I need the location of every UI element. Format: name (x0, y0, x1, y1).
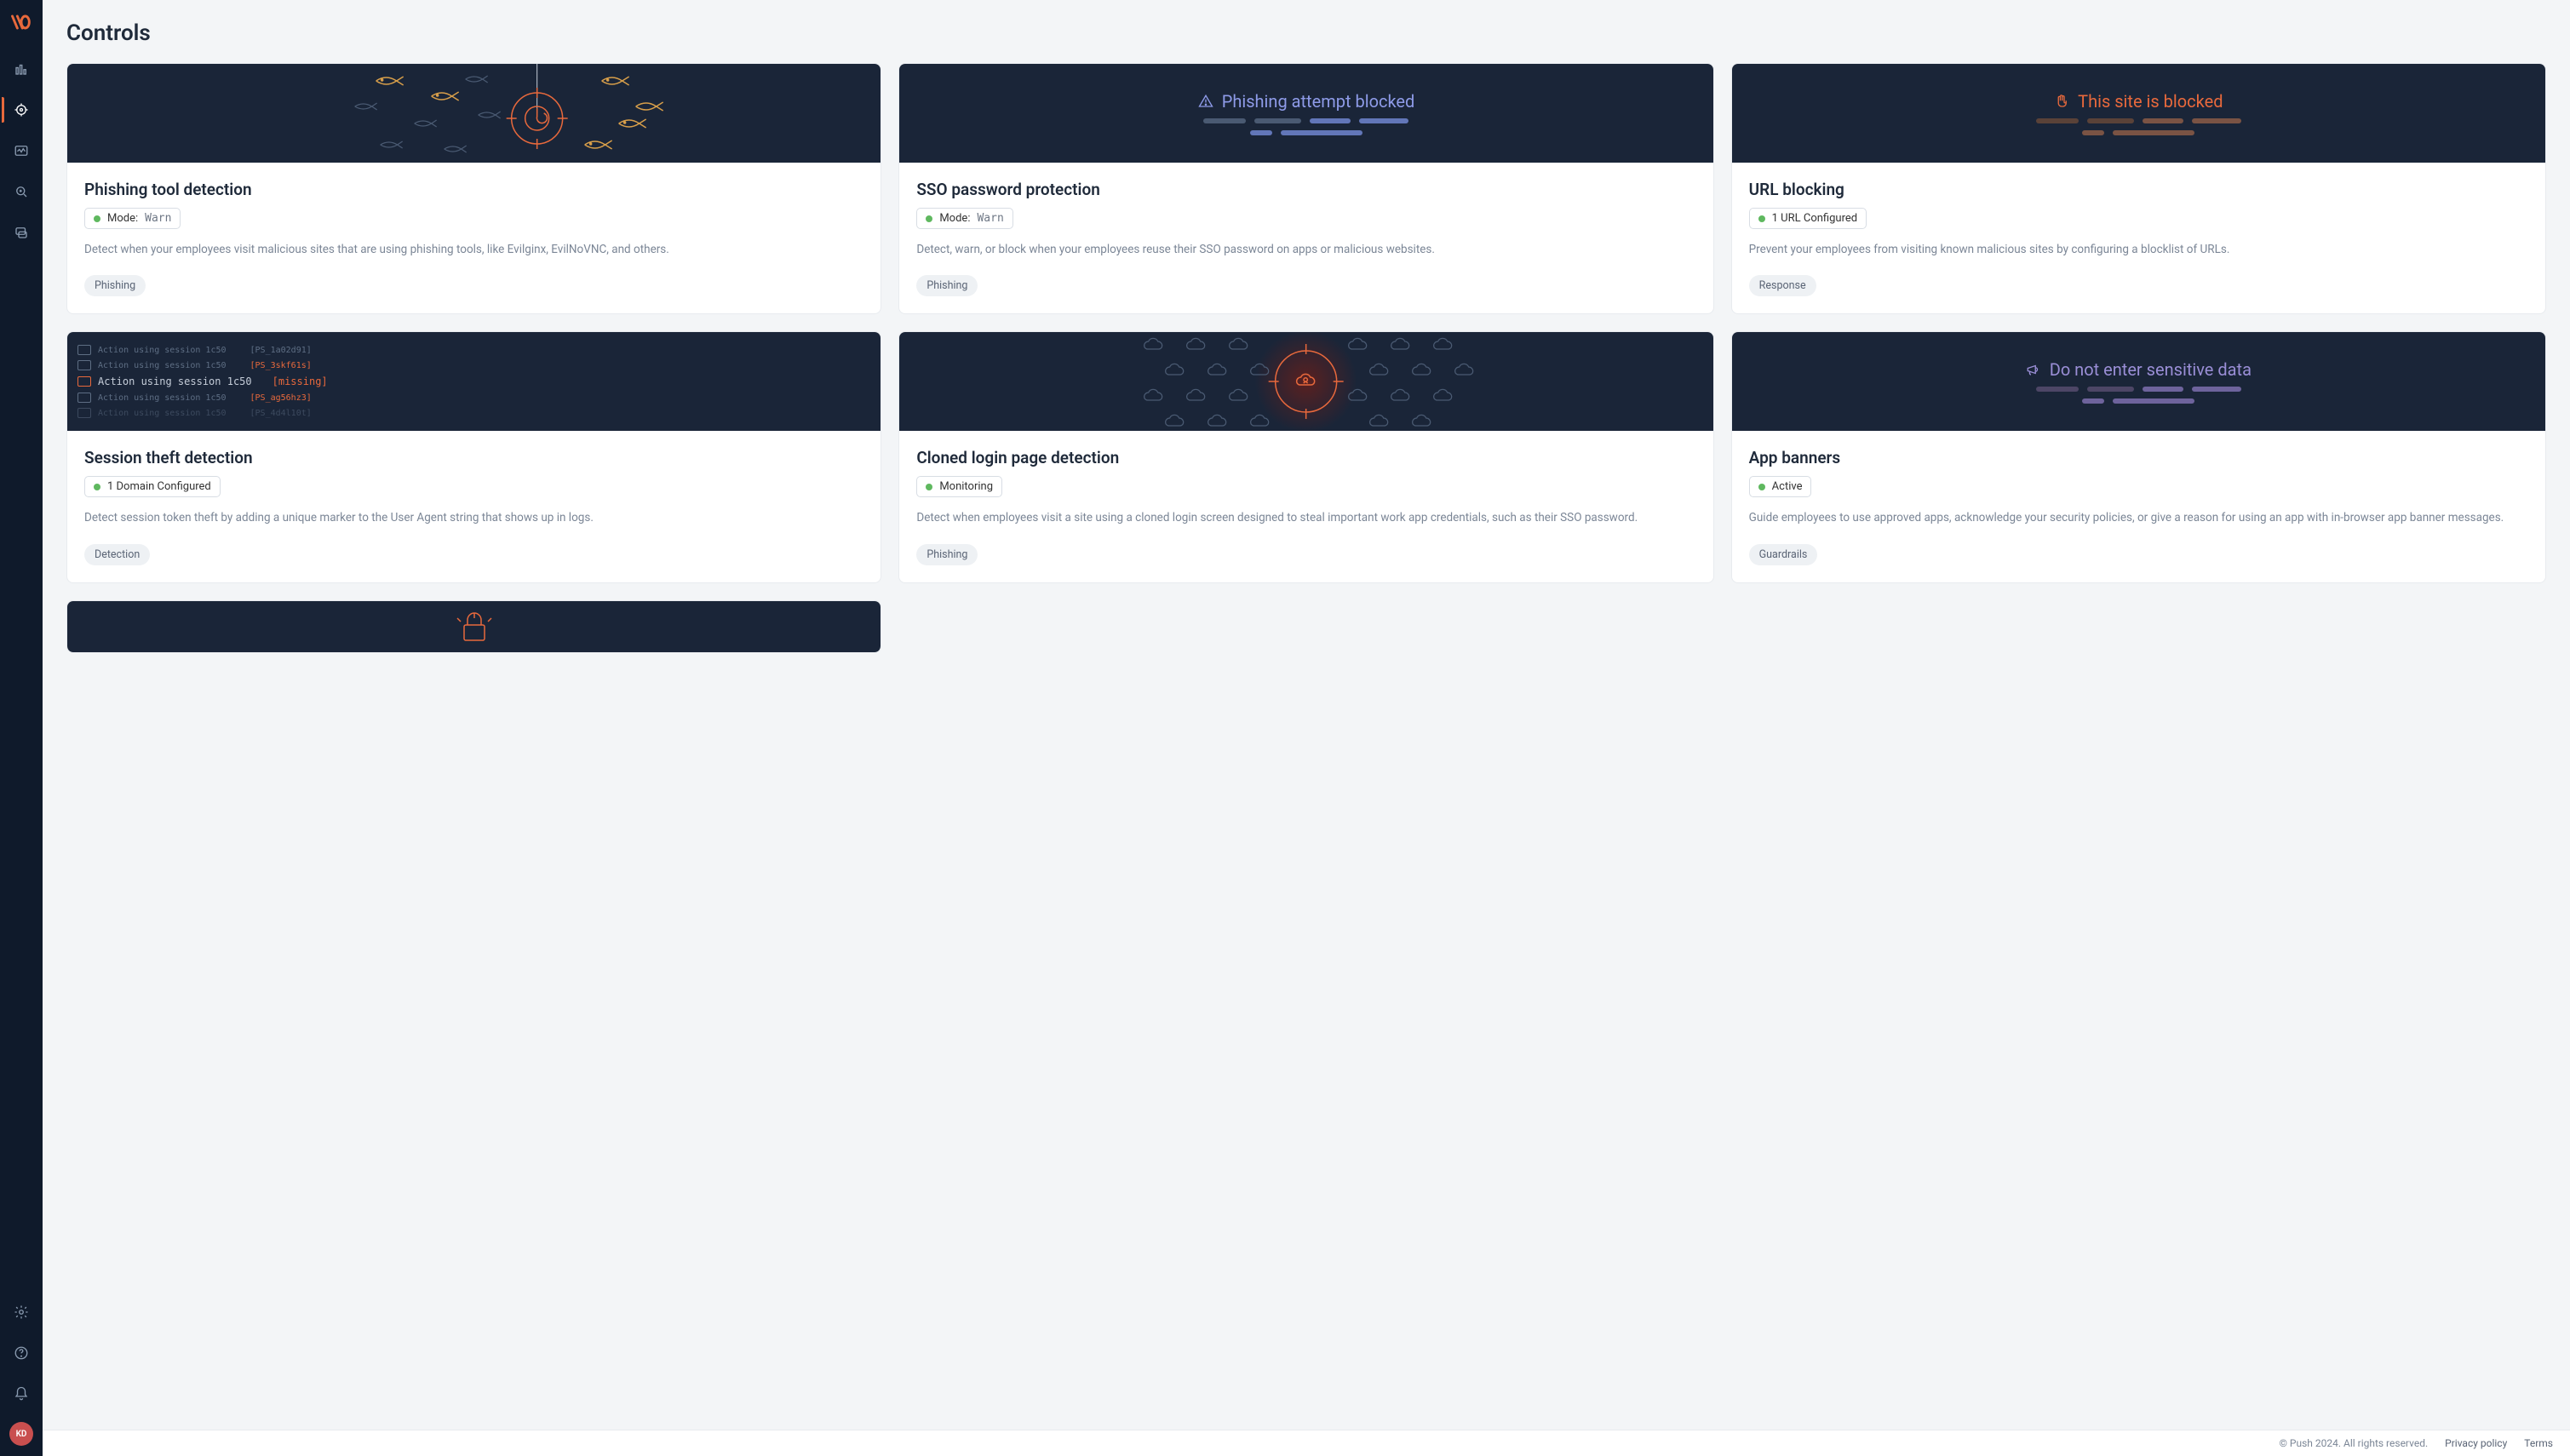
status-pill: Mode: Warn (916, 208, 1013, 229)
footer-privacy-link[interactable]: Privacy policy (2445, 1437, 2507, 1449)
card-description: Detect, warn, or block when your employe… (916, 241, 1695, 258)
card-cloned-login-page-detection[interactable]: Cloned login page detection Monitoring D… (898, 331, 1713, 582)
status-dot-icon (94, 215, 100, 222)
nav-notifications[interactable] (2, 1374, 41, 1413)
card-hero-illustration: Do not enter sensitive data (1732, 332, 2545, 431)
status-value: Warn (977, 212, 1003, 225)
card-tag: Phishing (916, 544, 978, 565)
card-tag: Phishing (916, 275, 978, 296)
footer-copyright: © Push 2024. All rights reserved. (2280, 1437, 2429, 1449)
card-title: App banners (1749, 448, 2528, 467)
card-hero-illustration: This site is blocked (1732, 64, 2545, 163)
hero-text: Do not enter sensitive data (2050, 359, 2252, 380)
card-hero-illustration: Action using session 1c50 [PS_1a02d91] A… (67, 332, 881, 431)
card-sso-password-protection[interactable]: Phishing attempt blocked SSO password p (898, 63, 1713, 314)
avatar[interactable]: KD (9, 1422, 33, 1446)
card-title: Cloned login page detection (916, 448, 1695, 467)
footer-terms-link[interactable]: Terms (2524, 1437, 2553, 1449)
logo (9, 10, 33, 34)
hero-text: Phishing attempt blocked (1222, 91, 1415, 112)
page-title: Controls (66, 20, 2546, 46)
card-description: Prevent your employees from visiting kno… (1749, 241, 2528, 258)
card-tag: Phishing (84, 275, 146, 296)
footer: © Push 2024. All rights reserved. Privac… (43, 1430, 2570, 1456)
status-value: Warn (145, 212, 171, 225)
status-text: Active (1772, 480, 1803, 493)
nav-search[interactable] (2, 172, 41, 211)
card-hero-illustration (67, 64, 881, 163)
controls-grid: Phishing tool detection Mode: Warn Detec… (66, 63, 2546, 653)
card-title: Phishing tool detection (84, 180, 863, 199)
status-pill: Monitoring (916, 476, 1002, 497)
nav-help[interactable] (2, 1333, 41, 1373)
card-app-banners[interactable]: Do not enter sensitive data App banners (1731, 331, 2546, 582)
card-description: Detect when your employees visit malicio… (84, 241, 863, 258)
card-title: Session theft detection (84, 448, 863, 467)
nav-controls[interactable] (2, 90, 41, 129)
status-prefix: Mode: (939, 212, 970, 225)
status-dot-icon (926, 484, 932, 490)
sidebar: KD (0, 0, 43, 1456)
status-pill: 1 Domain Configured (84, 476, 221, 497)
card-url-blocking[interactable]: This site is blocked URL blocking (1731, 63, 2546, 314)
status-dot-icon (1758, 215, 1765, 222)
status-pill: 1 URL Configured (1749, 208, 1867, 229)
nav-activity[interactable] (2, 131, 41, 170)
status-dot-icon (926, 215, 932, 222)
card-tag: Response (1749, 275, 1816, 296)
status-pill: Active (1749, 476, 1812, 497)
status-text: Monitoring (939, 480, 993, 493)
card-tag: Detection (84, 544, 150, 565)
hero-text: This site is blocked (2078, 91, 2223, 112)
card-partial[interactable] (66, 600, 881, 653)
nav-dashboard[interactable] (2, 49, 41, 89)
card-phishing-tool-detection[interactable]: Phishing tool detection Mode: Warn Detec… (66, 63, 881, 314)
card-hero-illustration (899, 332, 1712, 431)
card-description: Guide employees to use approved apps, ac… (1749, 509, 2528, 526)
status-prefix: Mode: (107, 212, 138, 225)
nav-settings[interactable] (2, 1293, 41, 1332)
megaphone-icon (2026, 362, 2041, 377)
status-text: 1 Domain Configured (107, 480, 211, 493)
card-session-theft-detection[interactable]: Action using session 1c50 [PS_1a02d91] A… (66, 331, 881, 582)
status-pill: Mode: Warn (84, 208, 181, 229)
hand-stop-icon (2054, 94, 2069, 109)
nav-chat[interactable] (2, 213, 41, 252)
card-hero-illustration: Phishing attempt blocked (899, 64, 1712, 163)
card-title: SSO password protection (916, 180, 1695, 199)
status-text: 1 URL Configured (1772, 212, 1857, 225)
card-description: Detect when employees visit a site using… (916, 509, 1695, 526)
card-tag: Guardrails (1749, 544, 1818, 565)
card-title: URL blocking (1749, 180, 2528, 199)
card-hero-illustration (67, 601, 881, 652)
card-description: Detect session token theft by adding a u… (84, 509, 863, 526)
status-dot-icon (94, 484, 100, 490)
status-dot-icon (1758, 484, 1765, 490)
warning-triangle-icon (1198, 94, 1213, 109)
